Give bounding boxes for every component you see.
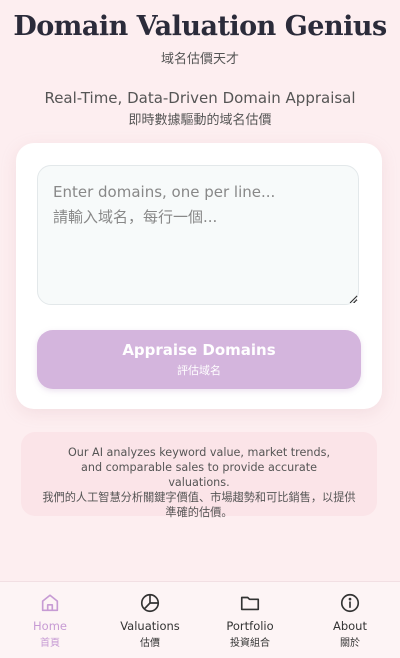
app-title: Domain Valuation Genius [13, 11, 387, 42]
nav-label: Valuations [120, 619, 180, 633]
domain-input[interactable] [37, 165, 359, 305]
folder-icon [240, 596, 260, 611]
nav-label-zh: 投資組合 [230, 638, 270, 649]
bottom-nav: Home 首頁 Valuations 估價 Portfolio 投資組合 Abo… [0, 581, 400, 658]
pie-chart-icon [140, 593, 160, 613]
info-box: Our AI analyzes keyword value, market tr… [21, 432, 377, 519]
info-text: Our AI analyzes keyword value, market tr… [68, 446, 330, 489]
nav-item-about[interactable]: About 關於 [300, 582, 400, 658]
nav-item-portfolio[interactable]: Portfolio 投資組合 [200, 582, 300, 658]
appraise-button-label-zh: 評估域名 [177, 364, 221, 377]
header: Domain Valuation Genius 域名估價天才 Real-Time… [0, 0, 400, 128]
nav-label-zh: 關於 [340, 638, 360, 649]
tagline-zh: 即時數據驅動的域名估價 [128, 113, 272, 128]
resize-handle-icon[interactable] [349, 295, 357, 303]
nav-item-valuations[interactable]: Valuations 估價 [100, 582, 200, 658]
app-subtitle: 域名估價天才 [160, 52, 239, 67]
nav-label: Portfolio [226, 619, 274, 633]
nav-label: Home [33, 619, 67, 633]
info-icon [340, 593, 360, 613]
appraisal-card: Appraise Domains 評估域名 [16, 143, 382, 409]
appraise-button[interactable]: Appraise Domains 評估域名 [37, 330, 361, 389]
appraise-button-label: Appraise Domains [122, 341, 276, 359]
nav-label-zh: 估價 [140, 638, 160, 649]
nav-label-zh: 首頁 [40, 638, 60, 649]
info-text-zh: 我們的人工智慧分析關鍵字價值、市場趨勢和可比銷售，以提供準確的估價。 [42, 491, 356, 519]
nav-label: About [332, 619, 367, 633]
nav-item-home[interactable]: Home 首頁 [0, 582, 100, 658]
tagline: Real-Time, Data-Driven Domain Appraisal [44, 89, 356, 107]
home-icon [41, 594, 59, 612]
